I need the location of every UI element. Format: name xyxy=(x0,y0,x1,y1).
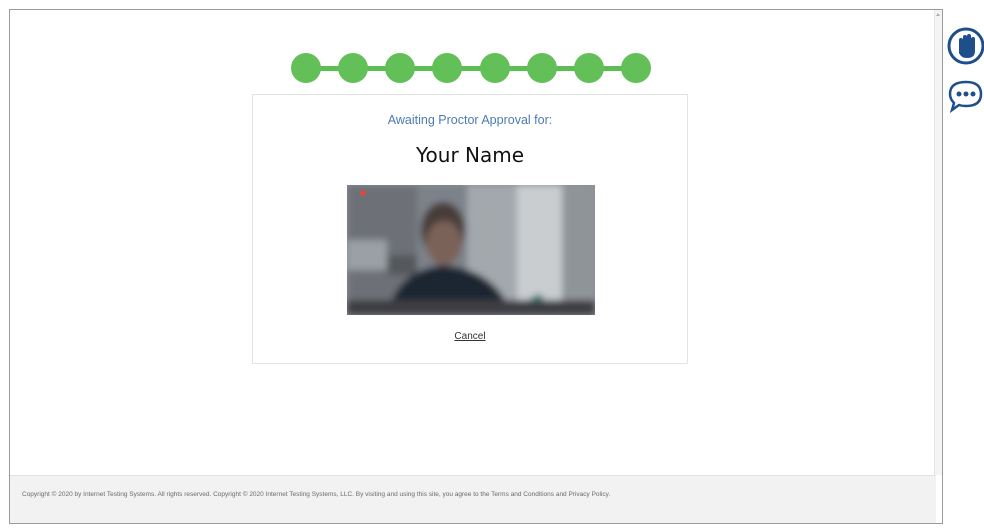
main-pane: Awaiting Proctor Approval for: Your Name xyxy=(10,10,936,523)
raise-hand-button[interactable] xyxy=(946,26,984,66)
candidate-name: Your Name xyxy=(415,143,525,167)
progress-step-dot xyxy=(526,53,557,83)
webcam-image xyxy=(347,185,595,315)
progress-step-dot xyxy=(291,53,321,83)
scroll-up-arrow-icon[interactable] xyxy=(936,13,940,16)
progress-step-dot xyxy=(432,53,463,83)
progress-step-dot xyxy=(385,53,416,83)
page-footer: Copyright © 2020 by Internet Testing Sys… xyxy=(10,475,936,523)
progress-steps xyxy=(291,53,651,83)
raise-hand-icon xyxy=(947,27,984,65)
progress-step-dot xyxy=(621,53,651,83)
progress-step-dot xyxy=(479,53,510,83)
progress-step-dot xyxy=(338,53,369,83)
webcam-preview xyxy=(347,185,595,315)
copyright-text: Copyright © 2020 by Internet Testing Sys… xyxy=(22,491,611,498)
cancel-link[interactable]: Cancel xyxy=(253,331,687,342)
approval-card: Awaiting Proctor Approval for: Your Name xyxy=(252,94,688,364)
chat-button[interactable] xyxy=(946,77,984,117)
chat-bubble-icon xyxy=(948,80,983,114)
vertical-scrollbar[interactable] xyxy=(934,10,942,475)
exam-window: Awaiting Proctor Approval for: Your Name xyxy=(9,9,943,524)
awaiting-approval-label: Awaiting Proctor Approval for: xyxy=(387,113,553,127)
progress-step-dot xyxy=(573,53,604,83)
